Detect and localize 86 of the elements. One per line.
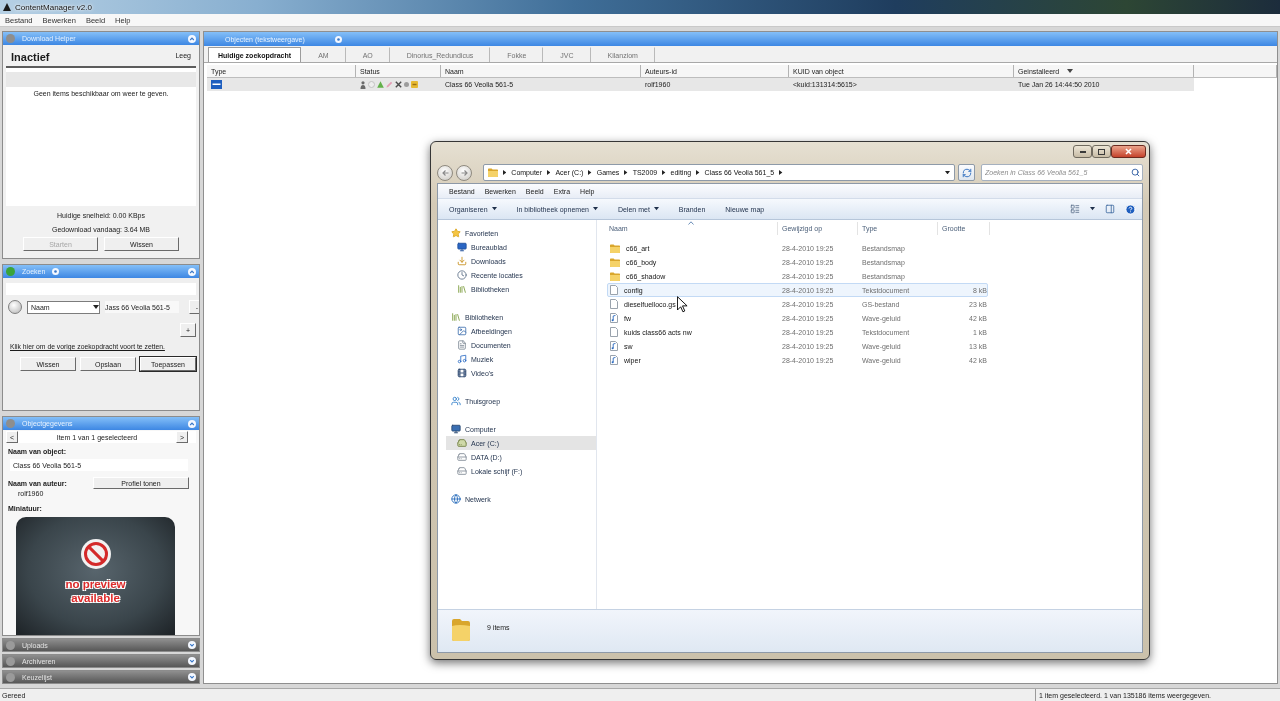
round-button[interactable] [8,300,22,314]
minimize-button[interactable] [1073,145,1092,158]
dot-icon[interactable] [6,656,15,666]
dot-icon [404,82,409,87]
person-icon [360,80,366,89]
film-icon [457,368,467,378]
circle-icon[interactable] [334,35,342,43]
caret-icon [491,207,497,211]
chevron-circle-icon[interactable] [188,673,196,681]
star-icon [451,228,461,238]
books-icon [451,312,461,322]
dot-icon[interactable] [6,34,15,43]
drive-icon [457,466,467,476]
folder-icon [488,168,498,177]
cursor-icon [677,296,688,313]
help-icon[interactable] [1125,203,1136,215]
circle-icon[interactable] [52,268,60,275]
chevron-icon [547,170,551,175]
clock-icon [457,270,467,280]
cross-icon [395,81,402,88]
document-icon [610,327,618,337]
audio-file-icon [610,313,618,323]
drive-icon [457,438,467,448]
refresh-button[interactable] [958,164,975,181]
audio-file-icon [610,355,618,365]
dropdown-arrow-icon [945,170,950,175]
view-list-icon[interactable] [1070,204,1080,214]
window-title: ContentManager v2.0 [15,2,92,12]
preview-pane-icon[interactable] [1105,204,1115,214]
folder-icon [610,243,620,253]
sort-arrow-icon [1067,69,1074,73]
circle-icon [368,81,375,88]
monitor-icon [457,242,467,252]
chevron-icon [662,170,666,175]
folder-icon [610,271,620,281]
computer-icon [451,424,461,434]
drive-icon [457,452,467,462]
status-heading: Inactief [11,51,50,64]
image-icon [457,326,467,336]
dropdown-arrow-icon [93,305,99,309]
chevron-icon [779,170,783,175]
chevron-icon [503,170,507,175]
file-icon [610,299,618,309]
no-entry-icon [80,539,111,569]
audio-file-icon [610,341,618,351]
arrow-right-icon [460,169,468,176]
document-icon [610,285,618,295]
document-icon [457,340,467,350]
maximize-icon [1098,148,1105,155]
download-icon [457,256,467,266]
minimize-icon [1079,150,1086,153]
globe-icon [451,494,461,504]
dot-icon[interactable] [6,267,15,276]
caret-icon [653,207,659,211]
maximize-button[interactable] [1092,145,1111,158]
chevron-circle-icon[interactable] [188,641,196,649]
app-icon [3,3,11,11]
triangle-icon [377,81,384,88]
chevron-icon [588,170,592,175]
chevron-circle-icon[interactable] [188,34,196,43]
dot-icon[interactable] [6,419,15,428]
people-icon [451,396,461,406]
search-icon[interactable] [1131,168,1140,177]
back-button[interactable] [437,164,453,181]
chevron-circle-icon[interactable] [188,419,196,428]
refresh-icon [961,167,972,178]
dot-icon[interactable] [6,672,15,682]
close-icon [1125,148,1132,155]
chevron-circle-icon[interactable] [188,267,196,276]
arrow-left-icon [441,169,449,176]
preview-text: no preview available [64,577,127,605]
dot-icon[interactable] [6,640,15,650]
caret-icon [592,207,598,211]
books-icon [457,284,467,294]
folder-icon [610,257,620,267]
close-button[interactable] [1111,145,1146,158]
chevron-icon [696,170,700,175]
tile-icon [211,80,222,89]
package-icon [411,81,418,88]
forward-button[interactable] [456,164,472,181]
chevron-circle-icon[interactable] [188,657,196,665]
pencil-icon [386,81,393,88]
music-note-icon [457,354,467,364]
chevron-icon [624,170,628,175]
caret-icon [1090,207,1095,211]
folder-icon [451,618,471,642]
